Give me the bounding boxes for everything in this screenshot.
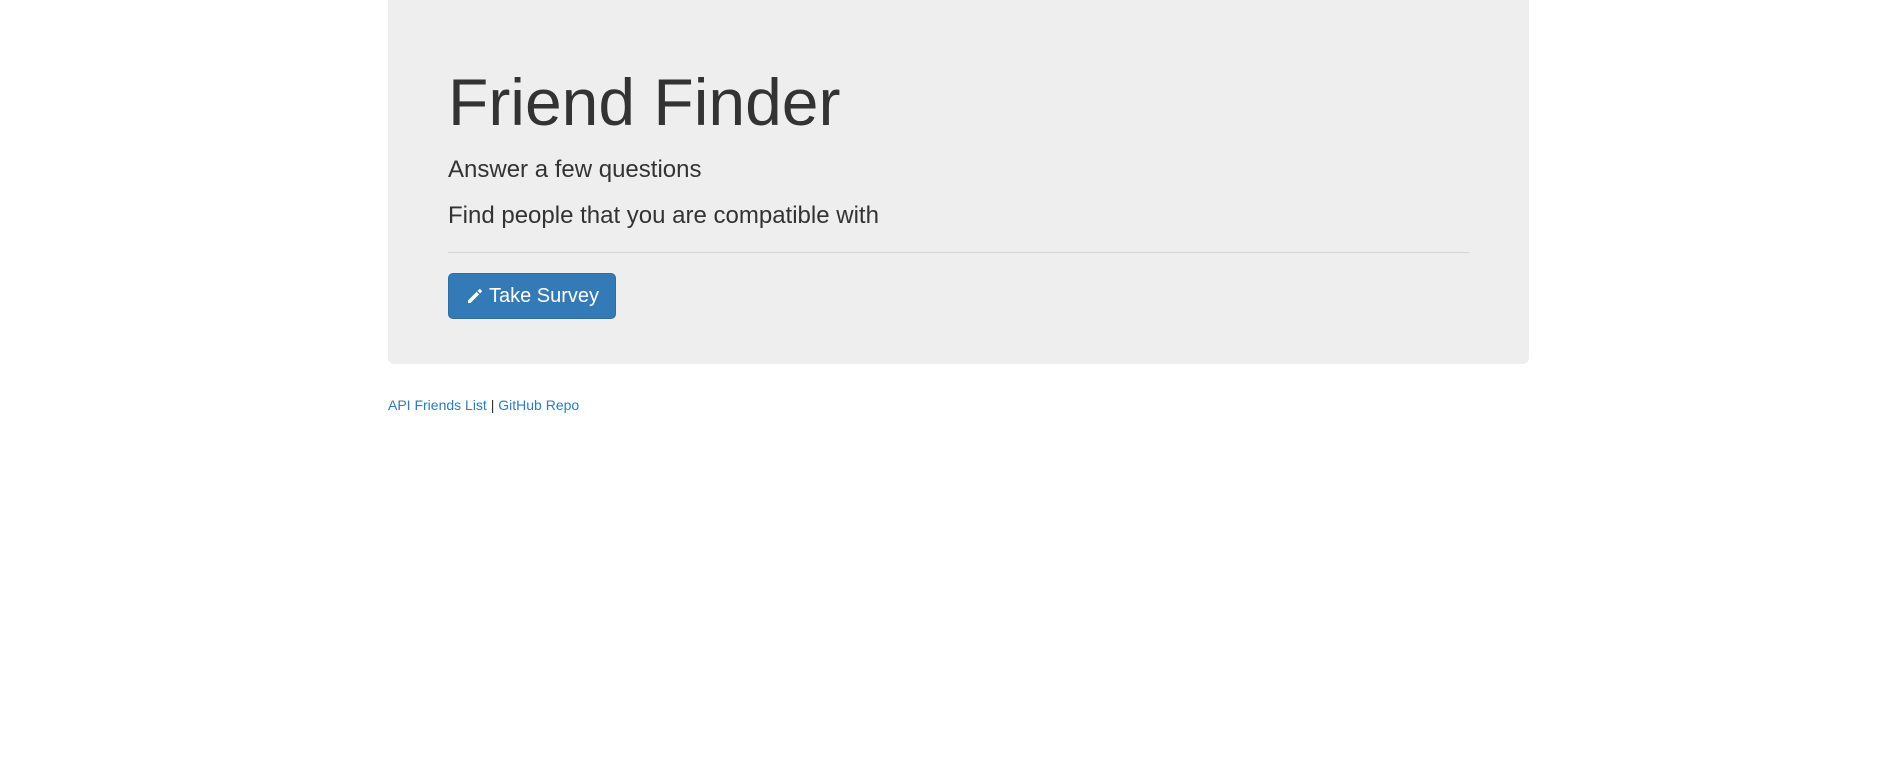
jumbotron: Friend Finder Answer a few questions Fin…: [388, 0, 1529, 364]
api-friends-list-link[interactable]: API Friends List: [388, 397, 487, 413]
footer: API Friends List | GitHub Repo: [388, 395, 1529, 415]
lead-text-compatible: Find people that you are compatible with: [448, 202, 879, 229]
divider: [448, 252, 1469, 253]
page-container: Friend Finder Answer a few questions Fin…: [388, 0, 1529, 415]
pencil-icon: [465, 286, 485, 306]
take-survey-button[interactable]: Take Survey: [448, 273, 617, 319]
lead-text-questions: Answer a few questions: [448, 156, 702, 183]
page-title: Friend Finder: [448, 65, 841, 139]
github-repo-link[interactable]: GitHub Repo: [498, 397, 579, 413]
footer-separator: |: [490, 397, 495, 413]
take-survey-label: Take Survey: [489, 284, 600, 307]
